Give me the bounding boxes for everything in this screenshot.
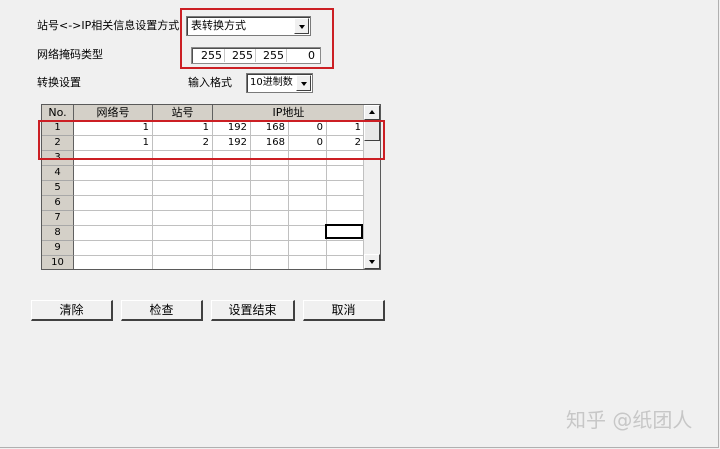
cell-station[interactable]: [153, 241, 213, 256]
cell-station[interactable]: [153, 196, 213, 211]
clear-button[interactable]: 清除: [31, 300, 113, 321]
cancel-button[interactable]: 取消: [303, 300, 385, 321]
cell-ip-octet-1[interactable]: [213, 181, 251, 196]
cell-network[interactable]: [74, 166, 153, 181]
cell-station[interactable]: [153, 256, 213, 269]
cell-ip-octet-3[interactable]: [289, 166, 327, 181]
row-number[interactable]: 7: [42, 211, 74, 226]
cell-ip-octet-2[interactable]: [251, 256, 289, 269]
cell-ip-octet-1[interactable]: [213, 241, 251, 256]
column-header-ip: IP地址: [213, 105, 365, 121]
watermark-text: 知乎 @纸团人: [566, 408, 693, 432]
cell-ip-octet-3[interactable]: [289, 256, 327, 269]
cell-ip-octet-1[interactable]: [213, 256, 251, 269]
cell-network[interactable]: [74, 196, 153, 211]
cell-ip-octet-2[interactable]: [251, 241, 289, 256]
cell-ip-octet-1[interactable]: [213, 196, 251, 211]
row-number[interactable]: 10: [42, 256, 74, 269]
cell-ip-octet-1[interactable]: [213, 211, 251, 226]
cell-station[interactable]: [153, 226, 213, 241]
cell-network[interactable]: [74, 181, 153, 196]
cell-ip-octet-4[interactable]: [327, 181, 365, 196]
conversion-settings-label: 转换设置: [37, 76, 81, 89]
cell-ip-octet-4[interactable]: [327, 241, 365, 256]
cell-ip-octet-3[interactable]: [289, 181, 327, 196]
cell-ip-octet-2[interactable]: [251, 181, 289, 196]
finish-settings-button[interactable]: 设置结束: [211, 300, 295, 321]
row-number[interactable]: 5: [42, 181, 74, 196]
column-header-no: No.: [42, 105, 74, 121]
input-format-select[interactable]: 10进制数: [246, 73, 313, 93]
scroll-up-icon[interactable]: [364, 105, 380, 120]
cell-network[interactable]: [74, 256, 153, 269]
selected-cell-cursor[interactable]: [325, 224, 363, 239]
mapping-method-label: 站号<->IP相关信息设置方式: [37, 19, 180, 32]
cell-ip-octet-2[interactable]: [251, 196, 289, 211]
cell-ip-octet-3[interactable]: [289, 241, 327, 256]
input-format-label: 输入格式: [188, 76, 232, 89]
highlight-box-rows: [38, 120, 385, 160]
column-header-network: 网络号: [74, 105, 153, 121]
input-format-value: 10进制数: [250, 77, 293, 88]
row-number[interactable]: 9: [42, 241, 74, 256]
row-number[interactable]: 4: [42, 166, 74, 181]
column-header-station: 站号: [153, 105, 213, 121]
cell-ip-octet-4[interactable]: [327, 256, 365, 269]
scroll-down-icon[interactable]: [364, 254, 380, 269]
cell-ip-octet-3[interactable]: [289, 211, 327, 226]
cell-ip-octet-4[interactable]: [327, 166, 365, 181]
cell-station[interactable]: [153, 181, 213, 196]
cell-station[interactable]: [153, 211, 213, 226]
check-button[interactable]: 检查: [121, 300, 203, 321]
cell-ip-octet-1[interactable]: [213, 166, 251, 181]
cell-network[interactable]: [74, 211, 153, 226]
cell-ip-octet-2[interactable]: [251, 211, 289, 226]
cell-network[interactable]: [74, 241, 153, 256]
cell-station[interactable]: [153, 166, 213, 181]
cell-ip-octet-3[interactable]: [289, 226, 327, 241]
cell-ip-octet-3[interactable]: [289, 196, 327, 211]
cell-ip-octet-4[interactable]: [327, 196, 365, 211]
cell-ip-octet-2[interactable]: [251, 166, 289, 181]
subnet-mask-label: 网络掩码类型: [37, 48, 103, 61]
row-number[interactable]: 8: [42, 226, 74, 241]
cell-ip-octet-2[interactable]: [251, 226, 289, 241]
cell-network[interactable]: [74, 226, 153, 241]
chevron-down-icon[interactable]: [296, 75, 311, 91]
cell-ip-octet-1[interactable]: [213, 226, 251, 241]
highlight-box-settings: [180, 8, 334, 69]
row-number[interactable]: 6: [42, 196, 74, 211]
